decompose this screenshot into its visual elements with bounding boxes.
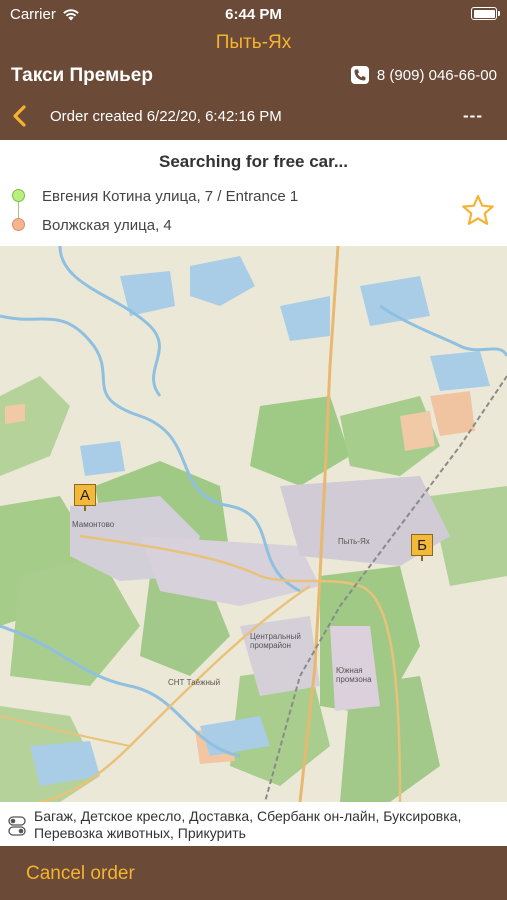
services-list: Багаж, Детское кресло, Доставка, Сбербан… <box>34 808 462 841</box>
phone-number: 8 (909) 046-66-00 <box>376 66 497 84</box>
city-title: Пыть-Ях <box>215 32 292 53</box>
back-chevron-icon[interactable] <box>12 105 28 127</box>
phone-icon <box>350 66 369 84</box>
map-label-mamontovo: Мамонтово <box>72 520 115 529</box>
destination-dot-icon <box>12 218 25 231</box>
options-toggle-icon <box>8 816 26 836</box>
phone-button[interactable]: 8 (909) 046-66-00 <box>350 66 497 84</box>
status-bar: Carrier 6:44 PM <box>0 0 507 28</box>
destination-address: Волжская улица, 4 <box>42 217 172 234</box>
pickup-marker-a[interactable]: А <box>74 484 96 511</box>
destination-marker-b[interactable]: Б <box>411 534 433 561</box>
header: Carrier 6:44 PM Пыть-Ях Такси Премьер 8 … <box>0 0 507 140</box>
battery-icon <box>471 7 500 20</box>
pickup-dot-icon <box>12 189 25 202</box>
route-connector <box>18 202 19 218</box>
cancel-order-button[interactable]: Cancel order <box>26 863 135 885</box>
price-placeholder: --- <box>463 106 483 125</box>
search-status: Searching for free car... <box>159 152 348 171</box>
pickup-address: Евгения Котина улица, 7 / Entrance 1 <box>42 188 299 205</box>
map-label-pyt-yakh: Пыть-Ях <box>338 537 370 546</box>
services-bar[interactable]: Багаж, Детское кресло, Доставка, Сбербан… <box>0 802 507 846</box>
map-label-snt: СНТ Таёжный <box>168 678 221 687</box>
route-panel: Searching for free car... Евгения Котина… <box>0 140 507 246</box>
order-created-label: Order created 6/22/20, 6:42:16 PM <box>50 108 282 125</box>
bottom-bar: Cancel order <box>0 846 507 900</box>
map-label-south-industrial: Южная промзона <box>336 666 372 684</box>
company-name: Такси Премьер <box>11 65 153 86</box>
map-label-central-industrial: Центральный промрайон <box>250 632 301 650</box>
clock: 6:44 PM <box>225 6 282 23</box>
map-view[interactable]: А Б Мамонтово Пыть-Ях Центральный промра… <box>0 246 507 802</box>
order-info-row: Order created 6/22/20, 6:42:16 PM --- <box>0 104 507 128</box>
favorite-star-icon[interactable] <box>461 194 495 226</box>
